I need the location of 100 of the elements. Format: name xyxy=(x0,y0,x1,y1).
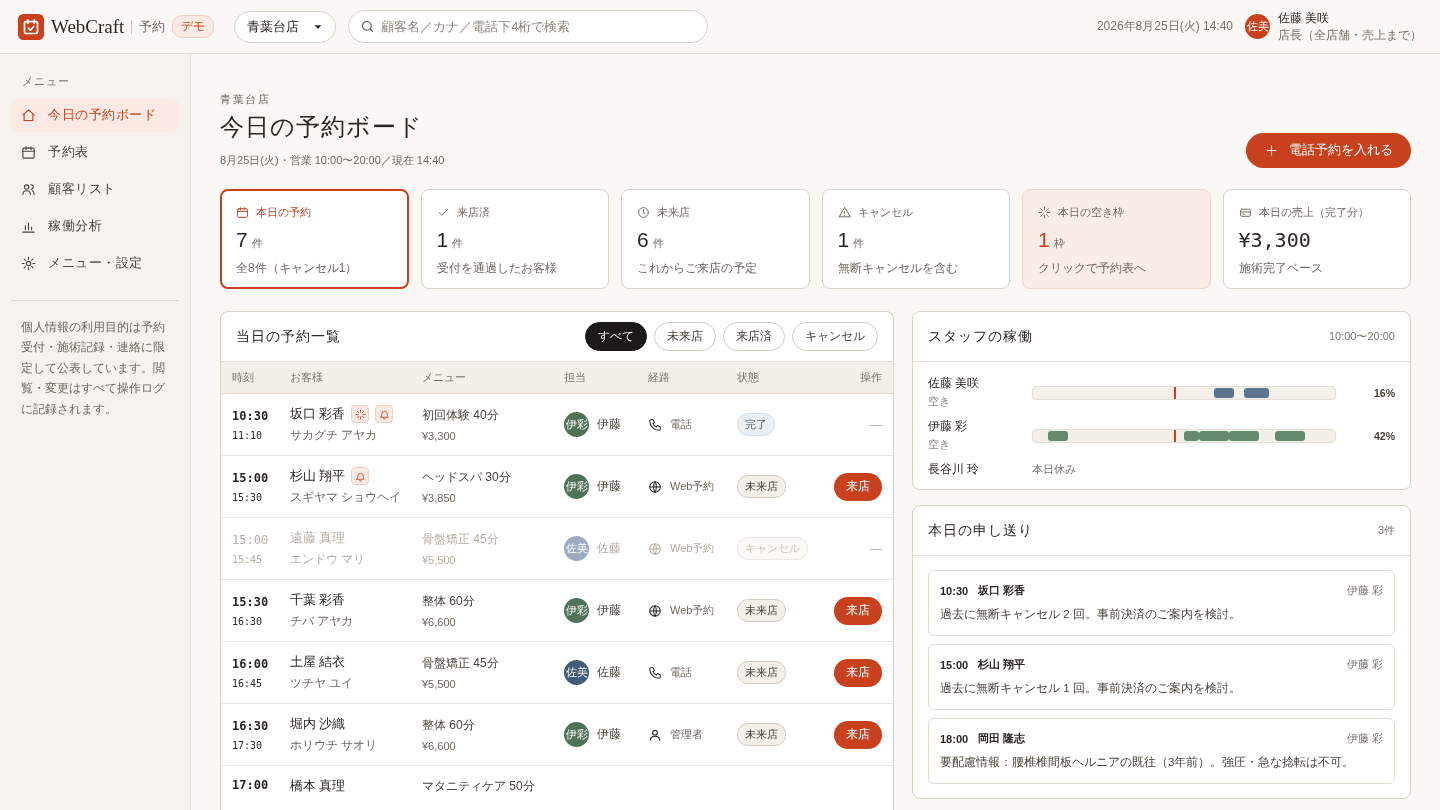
no-action-dash: — xyxy=(870,541,882,556)
staff-name: 佐藤 xyxy=(597,664,621,681)
sidebar-item[interactable]: 今日の予約ボード xyxy=(11,99,179,132)
menu-name: 初回体験 40分 xyxy=(422,407,500,424)
check-in-button[interactable]: 来店 xyxy=(834,596,882,625)
staff-state: 空き xyxy=(928,394,951,409)
menu-price: ¥5,500 xyxy=(422,678,457,690)
staff-avatar: 伊彩 xyxy=(564,722,589,747)
end-time: 16:45 xyxy=(232,677,264,689)
user-avatar[interactable]: 佐美 xyxy=(1245,14,1270,39)
filter-chip[interactable]: 来店済 xyxy=(723,322,785,351)
route-label: 電話 xyxy=(670,417,692,432)
route-label: 管理者 xyxy=(670,727,703,742)
end-time: 17:30 xyxy=(232,739,264,751)
sidebar-heading: メニュー xyxy=(21,74,71,89)
customer-kana: ホリウチ サオリ xyxy=(290,736,379,754)
customer-name: 坂口 彩香 xyxy=(290,405,346,423)
sidebar-item[interactable]: メニュー・設定 xyxy=(11,247,179,280)
stat-value: 1 xyxy=(436,228,449,252)
start-time: 16:30 xyxy=(232,718,270,733)
stat-card[interactable]: 未来店 6 件 これからご来店の予定 xyxy=(621,189,810,289)
page-subtitle: 8月25日(火)・営業 10:00〜20:00／現在 14:40 xyxy=(220,153,445,168)
note-customer: 杉山 翔平 xyxy=(978,657,1026,672)
customer-name: 遠藤 真理 xyxy=(290,529,346,547)
stat-note: 無断キャンセルを含む xyxy=(837,260,959,277)
menu-name: 骨盤矯正 45分 xyxy=(422,655,500,672)
bell-icon xyxy=(379,408,390,420)
status-pill: 未来店 xyxy=(737,599,786,622)
stat-card[interactable]: 本日の予約 7 件 全8件（キャンセル1） xyxy=(220,189,409,289)
day-off-label: 本日休み xyxy=(1032,462,1076,477)
note-staff: 伊藤 彩 xyxy=(1346,731,1383,746)
note-time: 18:00 xyxy=(940,732,969,745)
start-time: 16:00 xyxy=(232,656,270,671)
filter-chip[interactable]: すべて xyxy=(585,322,647,351)
clock-icon xyxy=(637,206,650,219)
search-icon xyxy=(360,19,376,34)
filter-chip[interactable]: キャンセル xyxy=(792,322,878,351)
staff-name: 伊藤 xyxy=(597,726,621,743)
staff-name: 伊藤 彩 xyxy=(928,419,969,434)
note-staff: 伊藤 彩 xyxy=(1346,583,1383,598)
customer-name: 橋本 真理 xyxy=(290,778,346,795)
stat-card[interactable]: 本日の売上（完了分） ¥3,300 施術完了ベース xyxy=(1222,189,1411,289)
staff-name: 佐藤 xyxy=(597,540,621,557)
utilization-percent: 42% xyxy=(1373,429,1395,442)
customer-name: 土屋 結衣 xyxy=(290,653,346,671)
note-text: 過去に無断キャンセル 1 回。事前決済のご案内を検討。 xyxy=(940,681,1242,696)
stat-note: 受付を通過したお客様 xyxy=(436,260,558,277)
start-time: 15:00 xyxy=(232,532,270,547)
logo-icon xyxy=(18,13,44,40)
stat-label: 本日の売上（完了分） xyxy=(1258,205,1369,220)
stat-label: 本日の予約 xyxy=(256,205,311,220)
calendar-icon xyxy=(21,145,36,160)
filter-chip[interactable]: 未来店 xyxy=(654,322,716,351)
settings-icon xyxy=(21,256,36,271)
stat-value: ¥3,300 xyxy=(1238,228,1311,252)
staff-avatar: 伊彩 xyxy=(564,412,589,437)
menu-name: 整体 60分 xyxy=(422,717,476,734)
page-title: 今日の予約ボード xyxy=(220,113,424,142)
stat-card[interactable]: 来店済 1 件 受付を通過したお客様 xyxy=(420,189,609,289)
utilization-percent: 16% xyxy=(1373,386,1395,399)
check-in-button[interactable]: 来店 xyxy=(834,720,882,749)
stat-value: 6 xyxy=(637,228,649,252)
store-select[interactable]: 青葉台店 xyxy=(234,10,337,43)
note-customer: 岡田 隆志 xyxy=(978,731,1026,746)
stat-value: 1 xyxy=(837,228,850,252)
note-time: 10:30 xyxy=(940,584,969,597)
stat-note: 施術完了ベース xyxy=(1238,260,1324,277)
end-time: 11:10 xyxy=(232,429,264,441)
add-phone-reservation-button[interactable]: 電話予約を入れる xyxy=(1246,133,1411,168)
stat-note: クリックで予約表へ xyxy=(1038,260,1147,277)
globe-icon xyxy=(648,603,662,618)
no-action-dash: — xyxy=(870,417,882,432)
business-hours: 10:00〜20:00 xyxy=(1328,329,1395,344)
start-time: 15:00 xyxy=(232,470,270,485)
stat-card[interactable]: 本日の空き枠 1 枠 クリックで予約表へ xyxy=(1022,189,1211,289)
note-staff: 伊藤 彩 xyxy=(1346,657,1383,672)
search-field[interactable]: 顧客名／カナ／電話下4桁で検索 xyxy=(348,10,709,43)
check-in-button[interactable]: 来店 xyxy=(834,472,882,501)
sidebar-item[interactable]: 顧客リスト xyxy=(11,173,179,206)
note-customer: 坂口 彩香 xyxy=(978,583,1026,598)
stat-card[interactable]: キャンセル 1 件 無断キャンセルを含む xyxy=(821,189,1010,289)
privacy-note: 個人情報の利用目的は予約受付・施術記録・連絡に限定して公表しています。閲覧・変更はすべて操作ログに記録されます。 xyxy=(20,319,166,418)
menu-name: ヘッドスパ 30分 xyxy=(422,469,512,486)
customer-kana: エンドウ マリ xyxy=(290,550,367,568)
start-time: 15:30 xyxy=(232,594,270,609)
phone-icon xyxy=(648,417,662,432)
customer-kana: ツチヤ ユイ xyxy=(290,674,355,692)
customer-kana: サカグチ アヤカ xyxy=(290,427,379,444)
column-header: お客様 xyxy=(290,370,324,385)
end-time: 15:30 xyxy=(232,491,264,503)
menu-price: ¥6,600 xyxy=(422,740,457,752)
check-in-button[interactable]: 来店 xyxy=(834,658,882,687)
sidebar-item[interactable]: 稼働分析 xyxy=(11,210,179,243)
menu-price: ¥3,300 xyxy=(422,430,457,442)
stat-note: これからご来店の予定 xyxy=(637,260,758,277)
status-pill: 未来店 xyxy=(737,723,786,746)
sidebar-item[interactable]: 予約表 xyxy=(11,136,179,169)
brand-name: WebCraft xyxy=(51,15,125,38)
column-header: メニュー xyxy=(422,370,467,385)
column-header: 担当 xyxy=(564,370,587,385)
